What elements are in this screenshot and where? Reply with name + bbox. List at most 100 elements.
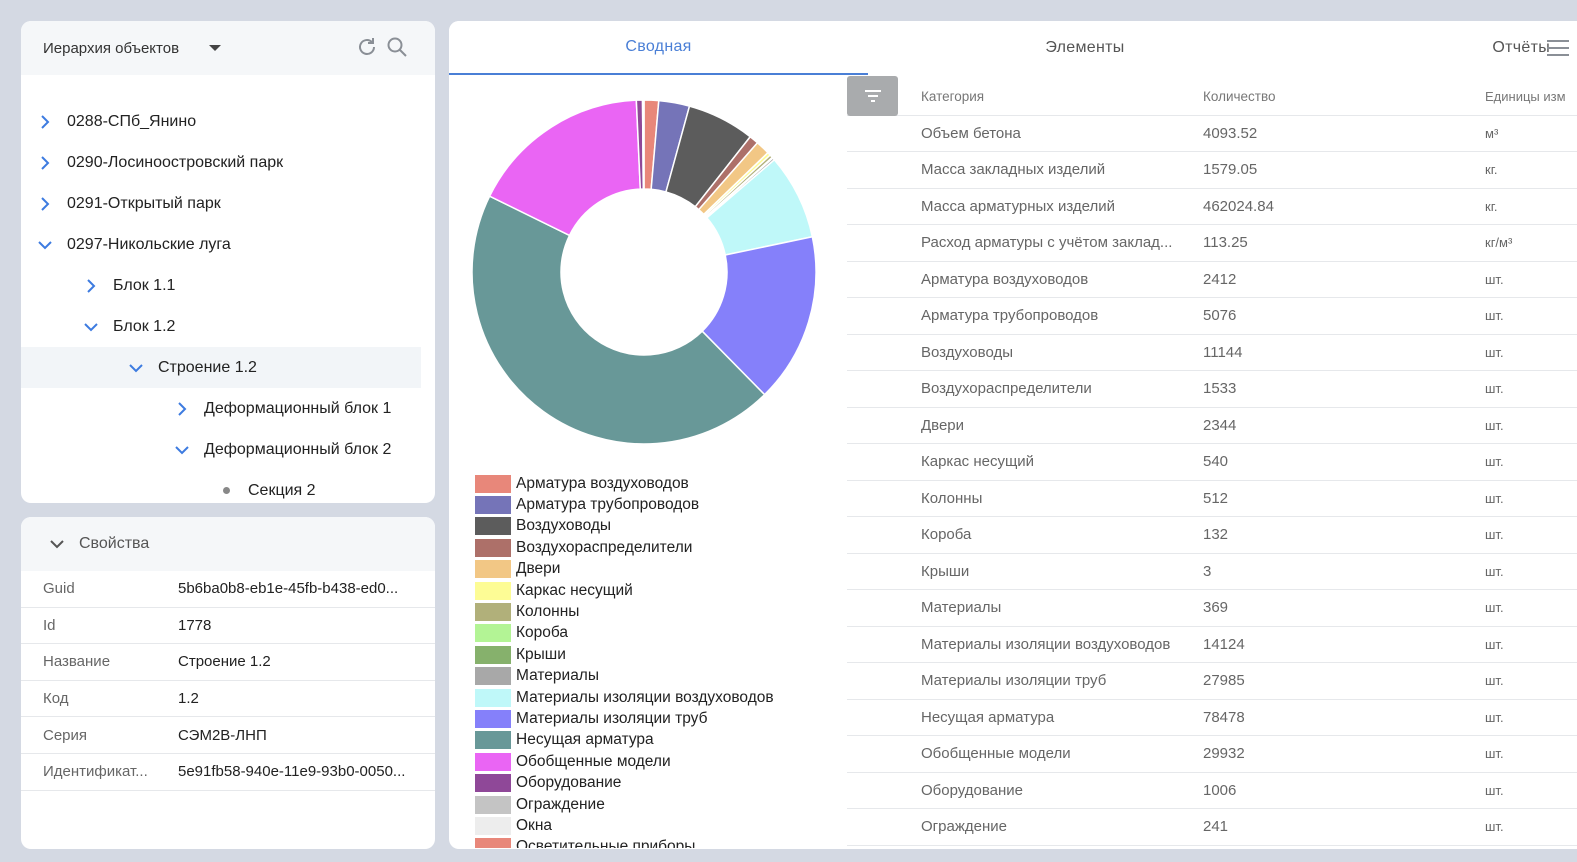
legend-item[interactable]: Воздуховоды — [475, 516, 835, 537]
hierarchy-dropdown[interactable]: Иерархия объектов — [21, 21, 435, 75]
table-row[interactable]: Материалы изоляции воздуховодов 14124 шт. — [847, 627, 1577, 663]
filter-icon — [864, 90, 881, 102]
filter-button[interactable] — [847, 76, 898, 116]
table-row[interactable]: Расход арматуры с учётом заклад... 113.25… — [847, 225, 1577, 262]
legend-item[interactable]: Крыши — [475, 644, 835, 665]
tree-item[interactable]: Деформационный блок 2 — [21, 429, 421, 470]
tree-item[interactable]: Блок 1.2 — [21, 306, 421, 347]
cell-category: Материалы — [921, 599, 1002, 617]
legend-item[interactable]: Арматура воздуховодов — [475, 473, 835, 494]
property-value: Строение 1.2 — [178, 653, 271, 671]
table-row[interactable]: Крыши 3 шт. — [847, 554, 1577, 590]
cell-quantity: 1533 — [1203, 380, 1237, 398]
legend-item[interactable]: Колонны — [475, 601, 835, 622]
hierarchy-dropdown-label: Иерархия объектов — [43, 39, 180, 57]
header-units[interactable]: Единицы изм — [1485, 89, 1577, 104]
header-quantity[interactable]: Количество — [1202, 89, 1485, 104]
tree-item[interactable]: Строение 1.2 — [21, 347, 421, 388]
cell-unit: шт. — [1485, 344, 1504, 360]
table-row[interactable]: Масса арматурных изделий 462024.84 кг. — [847, 189, 1577, 225]
tree-item[interactable]: 0291-Открытый парк — [21, 183, 421, 224]
legend-swatch — [475, 795, 511, 814]
cell-quantity: 78478 — [1203, 708, 1245, 726]
property-key: Guid — [43, 580, 75, 598]
table-row[interactable]: Арматура воздуховодов 2412 шт. — [847, 262, 1577, 298]
chevron-right-icon[interactable] — [172, 399, 192, 419]
legend-item[interactable]: Ограждение — [475, 794, 835, 815]
legend-item[interactable]: Обобщенные модели — [475, 751, 835, 772]
legend-item[interactable]: Несущая арматура — [475, 730, 835, 751]
legend-swatch — [475, 581, 511, 600]
property-row: Код 1.2 — [21, 681, 435, 718]
legend-item[interactable]: Оборудование — [475, 772, 835, 793]
table-row[interactable]: Короба 132 шт. — [847, 517, 1577, 554]
legend-item[interactable]: Арматура трубопроводов — [475, 494, 835, 515]
tree-item[interactable]: Блок 1.1 — [21, 265, 421, 306]
chevron-down-icon[interactable] — [81, 317, 101, 337]
tree-item[interactable]: 0297-Никольские луга — [21, 224, 421, 265]
table-row[interactable]: Каркас несущий 540 шт. — [847, 444, 1577, 481]
legend-item[interactable]: Короба — [475, 623, 835, 644]
legend-item[interactable]: Воздухораспределители — [475, 537, 835, 558]
legend-item[interactable]: Материалы — [475, 666, 835, 687]
refresh-icon[interactable] — [355, 35, 379, 59]
legend-label: Окна — [516, 816, 553, 834]
tree-item[interactable]: 0288-СПб_Янино — [21, 101, 421, 142]
chevron-down-icon[interactable] — [126, 358, 146, 378]
chevron-right-icon[interactable] — [35, 194, 55, 214]
table-row[interactable]: Колонны 512 шт. — [847, 481, 1577, 517]
legend-label: Крыши — [516, 645, 566, 663]
cell-category: Колонны — [921, 489, 983, 507]
chevron-down-icon[interactable] — [35, 235, 55, 255]
main-panel: Сводная Элементы Отчёты Арматура воздухо… — [449, 21, 1577, 849]
property-key: Идентификат... — [43, 763, 148, 781]
table-row[interactable]: Материалы изоляции труб 27985 шт. — [847, 663, 1577, 700]
table-row[interactable]: Двери 2344 шт. — [847, 408, 1577, 444]
pie-slice[interactable] — [641, 99, 645, 190]
tab-bar: Сводная Элементы Отчёты — [449, 21, 1577, 75]
search-icon[interactable] — [385, 35, 409, 59]
cell-unit: шт. — [1485, 271, 1504, 287]
tree-item[interactable]: Деформационный блок 1 — [21, 388, 421, 429]
legend-item[interactable]: Каркас несущий — [475, 580, 835, 601]
legend-item[interactable]: Двери — [475, 559, 835, 580]
tree-item[interactable]: 0290-Лосиноостровский парк — [21, 142, 421, 183]
table-row[interactable]: Объем бетона 4093.52 м³ — [847, 116, 1577, 152]
header-category[interactable]: Категория — [847, 89, 1202, 104]
legend-item[interactable]: Осветительные приборы — [475, 837, 835, 848]
table-row[interactable]: Материалы 369 шт. — [847, 590, 1577, 627]
legend-label: Воздуховоды — [516, 517, 612, 535]
property-value: СЭМ2В-ЛНП — [178, 726, 267, 744]
legend-item[interactable]: Материалы изоляции воздуховодов — [475, 687, 835, 708]
tab-reports[interactable]: Отчёты — [1302, 21, 1572, 75]
table-row[interactable]: Арматура трубопроводов 5076 шт. — [847, 298, 1577, 335]
tab-summary[interactable]: Сводная — [449, 21, 868, 75]
table-row[interactable]: Ограждение 241 шт. — [847, 809, 1577, 846]
menu-icon[interactable] — [1547, 39, 1569, 62]
cell-unit: м³ — [1485, 125, 1499, 141]
legend-label: Арматура воздуховодов — [516, 474, 689, 492]
chevron-right-icon[interactable] — [35, 112, 55, 132]
chevron-down-icon[interactable] — [172, 440, 192, 460]
table-row[interactable]: Масса закладных изделий 1579.05 кг. — [847, 152, 1577, 189]
table-row[interactable]: Воздуховоды 11144 шт. — [847, 335, 1577, 371]
table-row[interactable]: Несущая арматура 78478 шт. — [847, 700, 1577, 736]
tab-elements[interactable]: Элементы — [868, 21, 1302, 75]
legend-label: Короба — [516, 624, 569, 642]
chevron-right-icon[interactable] — [35, 153, 55, 173]
cell-unit: шт. — [1485, 527, 1504, 543]
table-row[interactable]: Оборудование 1006 шт. — [847, 773, 1577, 809]
legend-item[interactable]: Окна — [475, 815, 835, 836]
table-row[interactable]: Воздухораспределители 1533 шт. — [847, 371, 1577, 408]
bullet-icon — [223, 487, 230, 494]
cell-quantity: 1579.05 — [1203, 161, 1258, 179]
cell-unit: шт. — [1485, 709, 1504, 725]
chevron-right-icon[interactable] — [81, 276, 101, 296]
properties-header[interactable]: Свойства — [21, 517, 435, 571]
tree-item[interactable]: Секция 2 — [21, 470, 421, 503]
cell-quantity: 27985 — [1203, 672, 1245, 690]
legend-label: Двери — [516, 560, 561, 578]
table-row[interactable]: Обобщенные модели 29932 шт. — [847, 736, 1577, 773]
chevron-down-icon — [50, 540, 64, 549]
legend-item[interactable]: Материалы изоляции труб — [475, 708, 835, 729]
